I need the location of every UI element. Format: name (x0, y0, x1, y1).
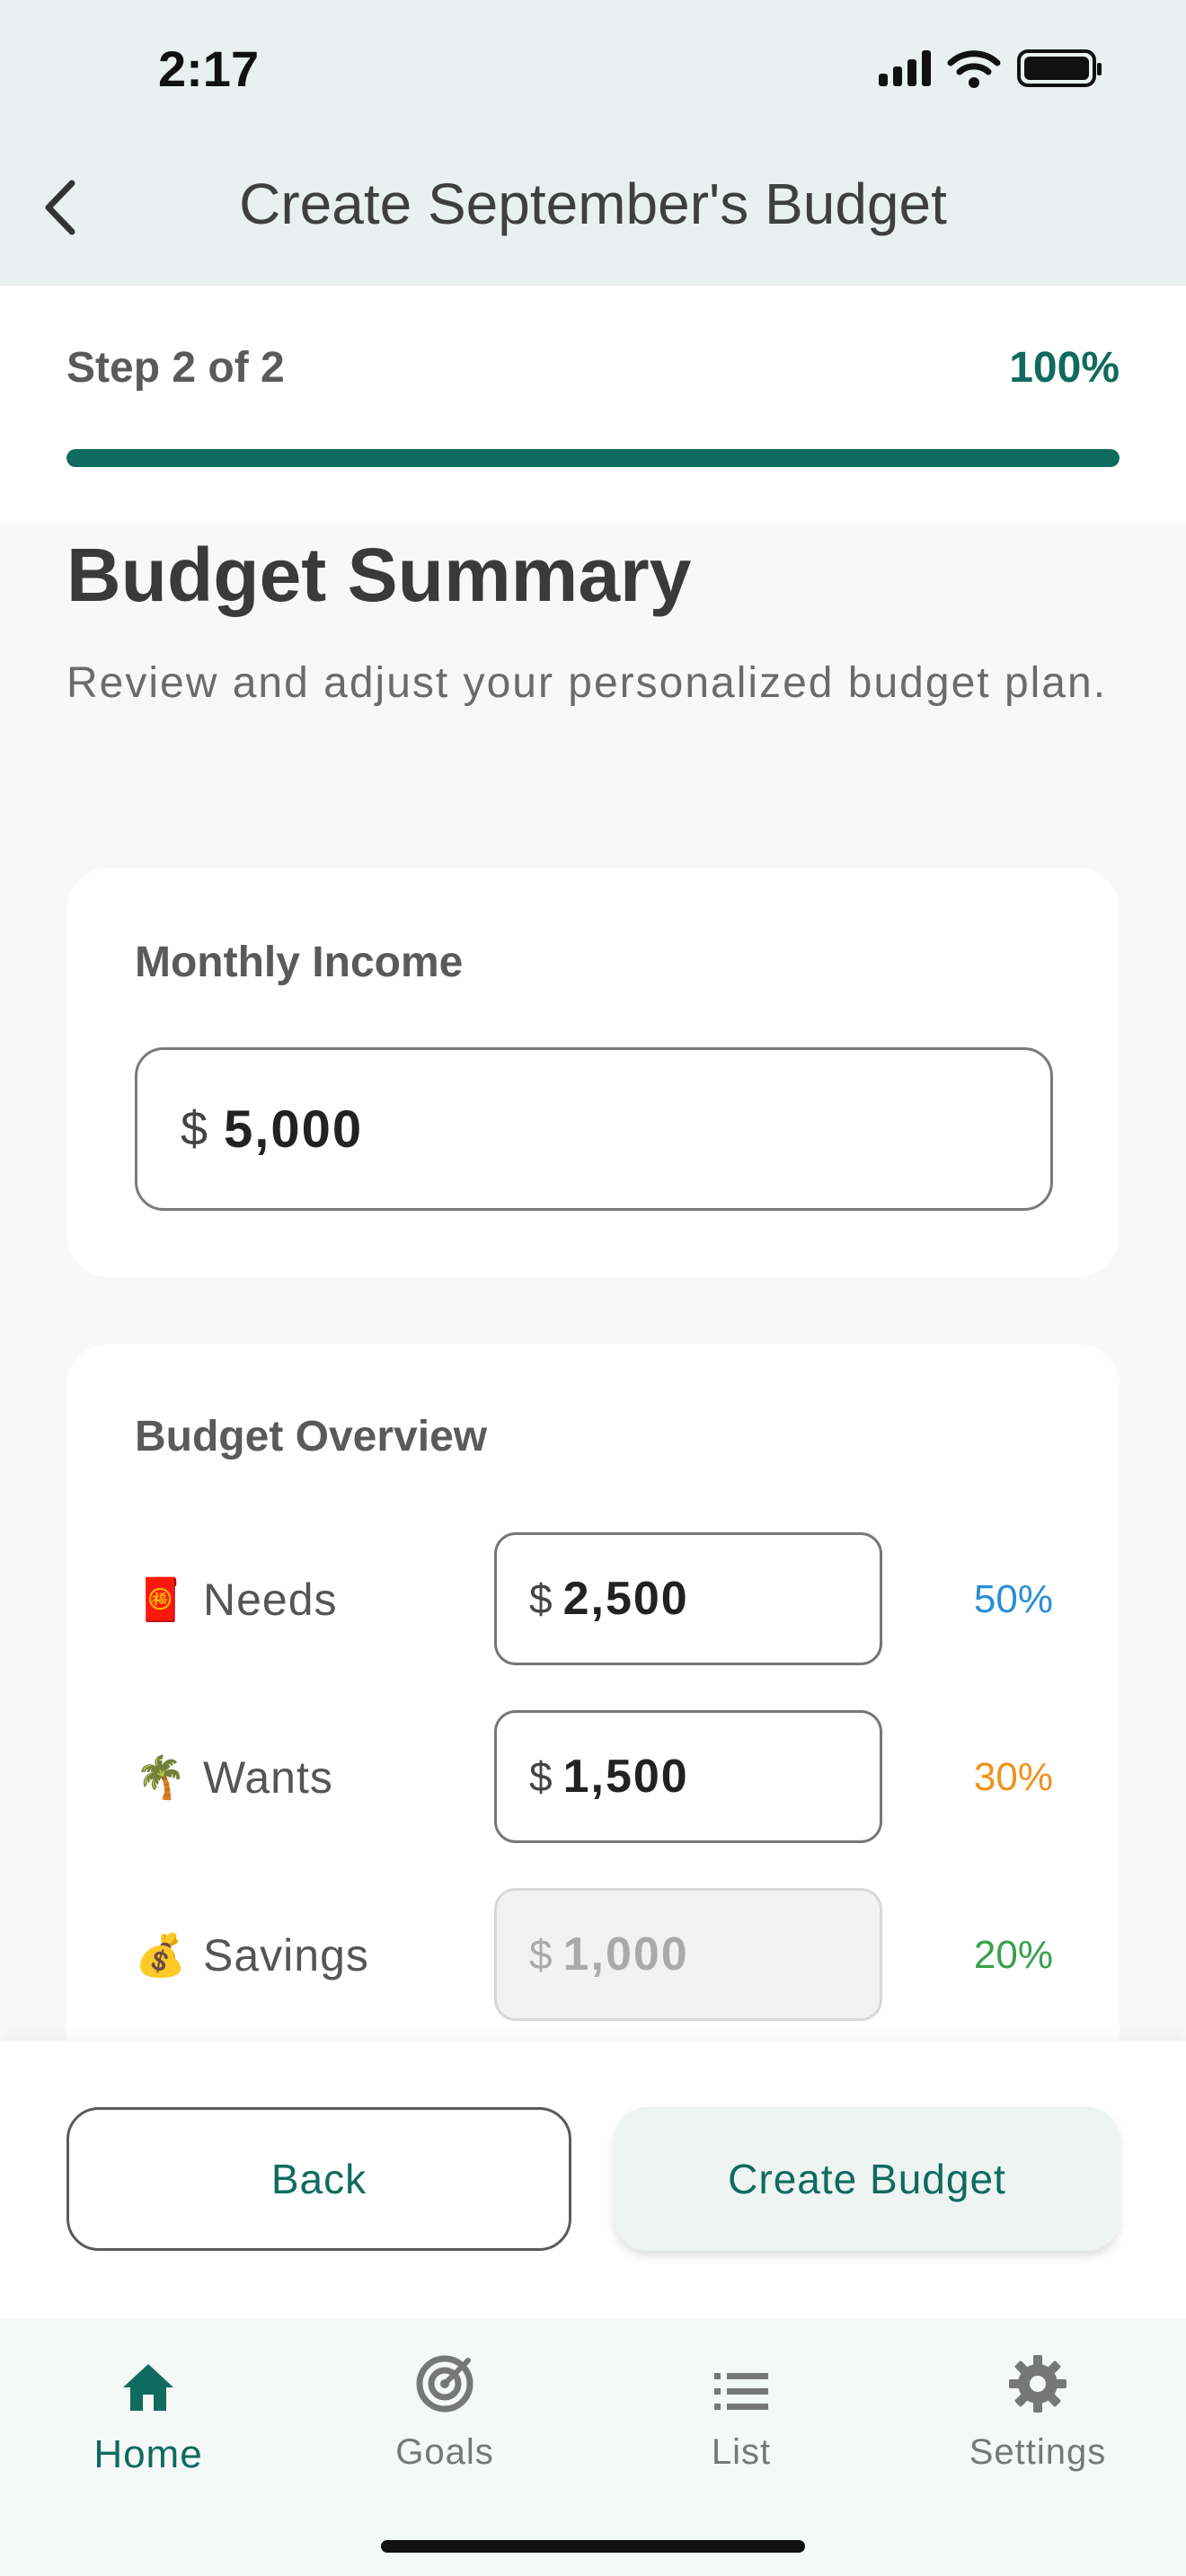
needs-amount-input[interactable]: $ 2,500 (494, 1532, 882, 1665)
tab-label: List (711, 2432, 772, 2472)
wifi-icon (947, 50, 1001, 88)
currency-symbol: $ (181, 1102, 208, 1156)
home-icon (123, 2364, 173, 2411)
tab-goals[interactable]: Goals (296, 2342, 593, 2504)
budget-overview-label: Budget Overview (135, 1413, 488, 1460)
progress-bar-fill (66, 449, 1120, 467)
create-budget-button[interactable]: Create Budget (615, 2107, 1120, 2251)
needs-amount-value: 2,500 (562, 1573, 689, 1625)
currency-symbol: $ (529, 1575, 553, 1622)
savings-amount-input: $ 1,000 (494, 1888, 882, 2021)
back-button[interactable]: Back (66, 2107, 571, 2251)
list-icon (714, 2373, 768, 2410)
top-header: 2:17 Create September's Budget (0, 0, 1186, 286)
battery-icon (1017, 49, 1102, 87)
target-icon (416, 2355, 474, 2413)
tab-label: Home (93, 2432, 203, 2476)
progress-section: Step 2 of 2 100% (0, 286, 1186, 523)
home-indicator (381, 2540, 805, 2553)
wants-amount-input[interactable]: $ 1,500 (494, 1710, 882, 1843)
status-time: 2:17 (158, 40, 260, 97)
savings-icon: 💰 (135, 1931, 187, 1979)
gear-icon (1009, 2355, 1067, 2413)
progress-bar (66, 449, 1120, 467)
tab-list[interactable]: List (593, 2342, 890, 2504)
row-label: Savings (203, 1930, 369, 1981)
wants-icon: 🌴 (135, 1753, 187, 1801)
status-icons (879, 49, 1102, 88)
currency-symbol: $ (529, 1931, 553, 1978)
tab-settings[interactable]: Settings (890, 2342, 1186, 2504)
monthly-income-label: Monthly Income (135, 939, 464, 986)
tab-home[interactable]: Home (0, 2342, 296, 2504)
wants-percent: 30% (973, 1755, 1053, 1799)
section-subtitle: Review and adjust your personalized budg… (66, 659, 1108, 707)
monthly-income-input[interactable]: $ 5,000 (135, 1047, 1053, 1211)
budget-overview-card: Budget Overview 🧧 Needs $ 2,500 50% 🌴 Wa… (66, 1344, 1120, 2152)
currency-symbol: $ (529, 1753, 553, 1800)
cellular-signal-icon (879, 50, 931, 86)
row-label: Needs (203, 1575, 338, 1625)
monthly-income-value: 5,000 (224, 1099, 364, 1159)
tab-bar: Home Goals List Settings (0, 2319, 1186, 2576)
step-label: Step 2 of 2 (66, 344, 285, 392)
savings-percent: 20% (973, 1933, 1053, 1977)
savings-amount-value: 1,000 (562, 1928, 689, 1981)
budget-row-needs: 🧧 Needs $ 2,500 50% (135, 1532, 1053, 1667)
page-title: Create September's Budget (239, 172, 947, 236)
tab-label: Settings (969, 2432, 1107, 2472)
section-title: Budget Summary (66, 533, 692, 617)
action-bar: Back Create Budget (0, 2041, 1186, 2319)
row-label: Wants (203, 1752, 333, 1803)
wants-amount-value: 1,500 (562, 1751, 689, 1803)
progress-percent: 100% (1009, 344, 1120, 392)
monthly-income-card: Monthly Income $ 5,000 (66, 868, 1120, 1277)
budget-row-savings: 💰 Savings $ 1,000 20% (135, 1888, 1053, 2023)
tab-label: Goals (395, 2432, 494, 2472)
needs-icon: 🧧 (135, 1575, 187, 1623)
needs-percent: 50% (973, 1577, 1053, 1621)
budget-row-wants: 🌴 Wants $ 1,500 30% (135, 1710, 1053, 1845)
